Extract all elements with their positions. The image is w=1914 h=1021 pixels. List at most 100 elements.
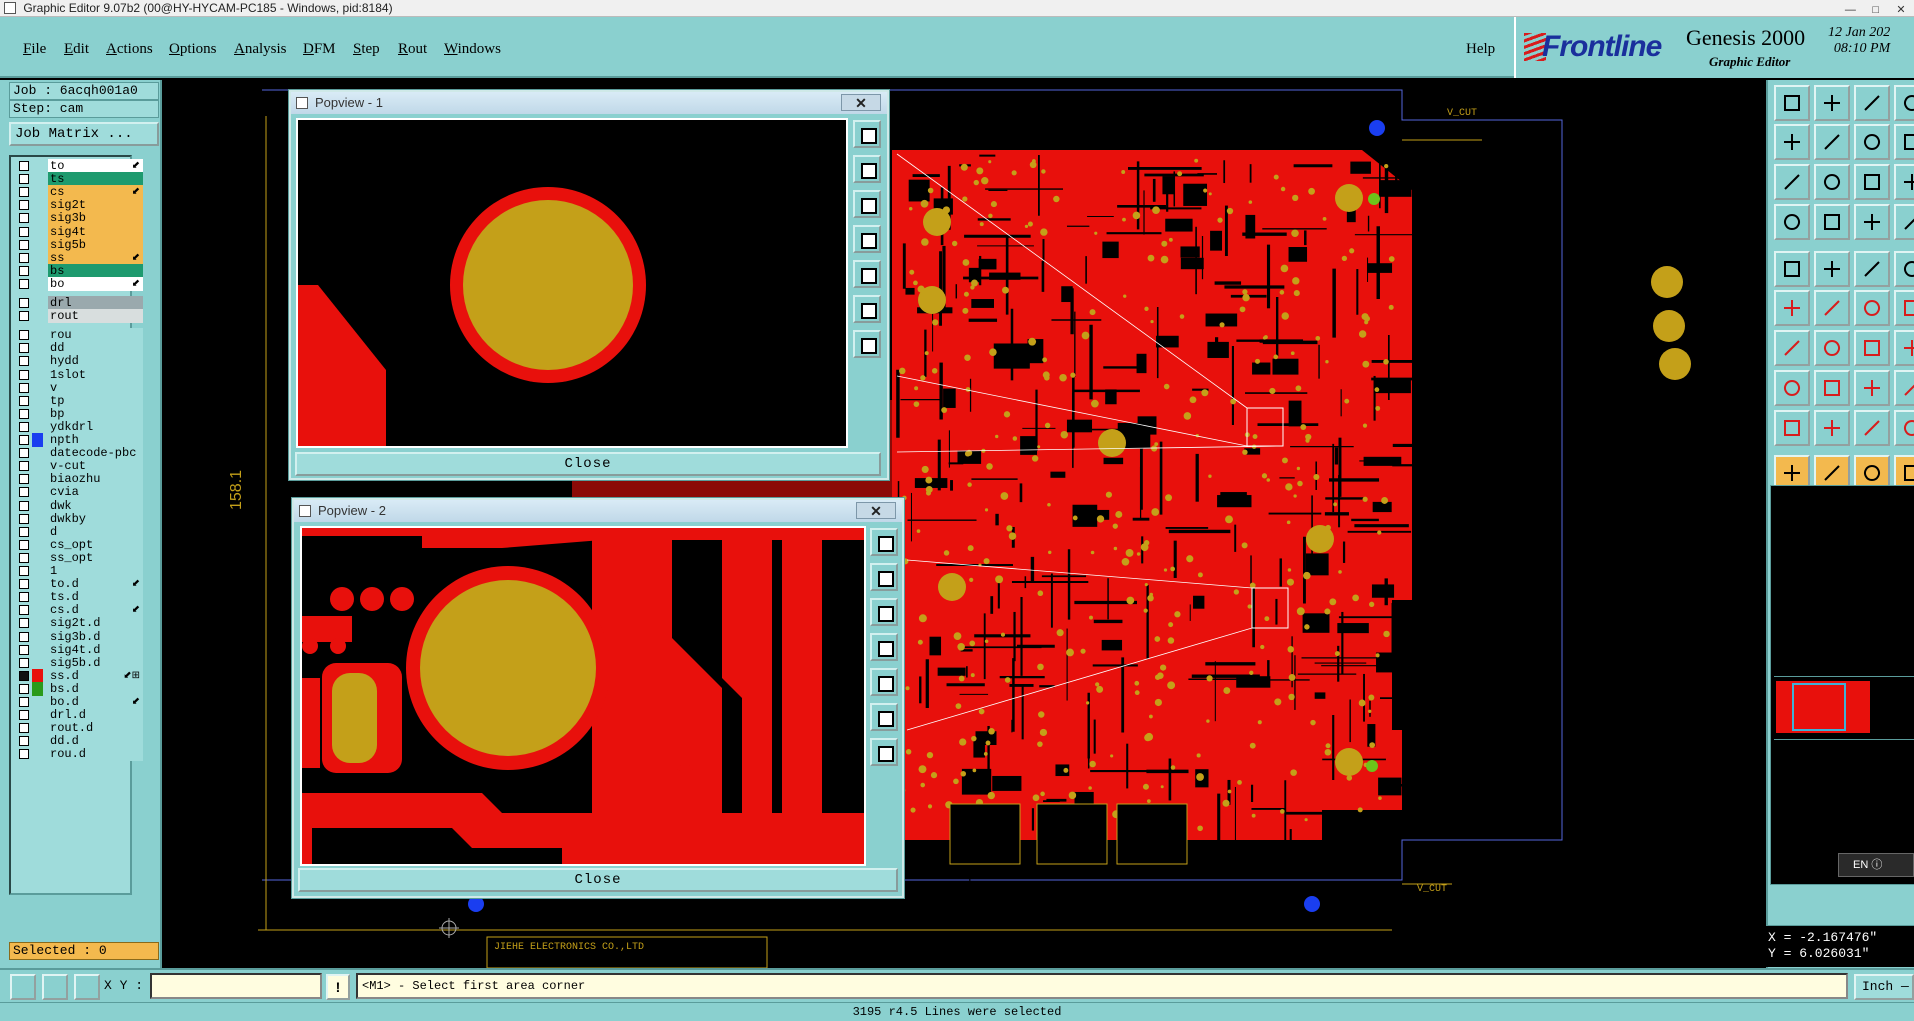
layer-name[interactable]: rou.d	[48, 747, 143, 762]
layer-checkbox[interactable]	[19, 252, 29, 263]
layer-row-rou.d[interactable]: rou.d	[11, 747, 143, 762]
layer-checkbox[interactable]	[19, 461, 29, 472]
layer-checkbox[interactable]	[19, 683, 29, 694]
layer-name[interactable]: to.d ⬋	[48, 577, 143, 592]
menu-analysis[interactable]: Analysis	[234, 41, 287, 58]
layer-checkbox[interactable]	[19, 539, 29, 550]
layer-name[interactable]: 1	[48, 564, 143, 578]
layer-name[interactable]: to ⬋	[48, 159, 143, 173]
menu-step[interactable]: Step	[353, 41, 380, 58]
layer-checkbox[interactable]	[19, 474, 29, 485]
layer-checkbox[interactable]	[19, 395, 29, 406]
pv-pan-left-icon[interactable]	[870, 633, 898, 661]
pv-center-icon[interactable]	[853, 295, 881, 323]
pv-zoom-out-icon[interactable]	[870, 598, 898, 626]
flash-icon[interactable]	[1814, 251, 1850, 287]
features-icon[interactable]	[1894, 204, 1914, 240]
transform-icon[interactable]	[1894, 370, 1914, 406]
triangle-d-icon[interactable]	[1894, 410, 1914, 446]
layer-checkbox[interactable]	[19, 500, 29, 511]
import-icon[interactable]	[1774, 124, 1810, 160]
zoom-icon[interactable]	[1814, 164, 1850, 200]
layer-checkbox[interactable]	[19, 265, 29, 276]
layer-checkbox[interactable]	[19, 382, 29, 393]
layer-checkbox[interactable]	[19, 749, 29, 760]
layer-name[interactable]: ss ⬋	[48, 250, 143, 265]
layer-name[interactable]: v	[48, 380, 143, 395]
layer-name[interactable]: cvia	[48, 485, 143, 500]
pv-zoom-in-icon[interactable]	[870, 563, 898, 591]
copy-icon[interactable]	[1854, 124, 1890, 160]
layer-checkbox[interactable]	[19, 408, 29, 419]
surface-icon[interactable]	[1774, 251, 1810, 287]
layer-row-rout[interactable]: rout	[11, 309, 143, 324]
pv-center-icon[interactable]	[870, 703, 898, 731]
triangle-a-icon[interactable]	[1774, 410, 1810, 446]
pv-zoom-out-icon[interactable]	[853, 190, 881, 218]
layer-name[interactable]: drl	[48, 296, 143, 310]
layer-name[interactable]: biaozhu	[48, 472, 143, 487]
layers-icon[interactable]	[1854, 204, 1890, 240]
layer-checkbox[interactable]	[19, 356, 29, 367]
line-icon[interactable]	[1854, 251, 1890, 287]
move-icon[interactable]	[1774, 370, 1810, 406]
layer-checkbox[interactable]	[19, 435, 29, 445]
mini-board-view[interactable]	[1774, 676, 1914, 740]
layer-name[interactable]: drl.d	[48, 708, 143, 723]
layer-checkbox[interactable]	[19, 239, 29, 250]
layer-checkbox[interactable]	[19, 330, 29, 341]
layer-checkbox[interactable]	[19, 298, 29, 308]
layer-name[interactable]: ss.d ⬋⊞	[48, 668, 143, 683]
layer-name[interactable]: rout	[48, 309, 143, 324]
popview-2-close-button[interactable]: Close	[298, 868, 898, 892]
layer-name[interactable]: rou	[48, 328, 143, 343]
layer-checkbox[interactable]	[19, 226, 29, 237]
layer-checkbox[interactable]	[19, 657, 29, 668]
layer-checkbox[interactable]	[19, 513, 29, 524]
layer-checkbox[interactable]	[19, 200, 29, 211]
pv-zoom-fit-icon[interactable]	[853, 120, 881, 148]
layer-name[interactable]: sig5b.d	[48, 655, 143, 670]
layer-name[interactable]: 1slot	[48, 367, 143, 382]
triangle-b-icon[interactable]	[1814, 410, 1850, 446]
minimize-button[interactable]: —	[1839, 3, 1861, 17]
popview-1-close-button[interactable]: Close	[295, 452, 881, 476]
popview-1-view[interactable]	[296, 118, 848, 448]
scale-icon[interactable]	[1854, 164, 1890, 200]
layer-checkbox[interactable]	[19, 644, 29, 655]
layer-name[interactable]: datecode-pbc	[48, 446, 143, 461]
layer-name[interactable]: sig4t.d	[48, 642, 143, 657]
undo-icon[interactable]	[1894, 85, 1914, 121]
connect-icon[interactable]	[1894, 290, 1914, 326]
graphic-canvas[interactable]: 158.1 V_CUT V_CUT JIEHE ELECTRONICS CO.,…	[162, 80, 1766, 968]
node-icon[interactable]	[1774, 290, 1810, 326]
layer-name[interactable]: d	[48, 524, 143, 539]
layer-name[interactable]: ydkdrl	[48, 419, 143, 434]
menu-edit[interactable]: Edit	[64, 41, 89, 58]
layer-checkbox[interactable]	[19, 487, 29, 498]
layer-name[interactable]: tp	[48, 393, 143, 408]
layer-color-swatch[interactable]	[32, 681, 43, 696]
layer-checkbox[interactable]	[19, 670, 29, 681]
xy-input[interactable]	[150, 973, 322, 999]
ime-indicator[interactable]: EN ⓘ	[1838, 853, 1914, 877]
circle-icon[interactable]	[1894, 251, 1914, 287]
cross-icon[interactable]	[1814, 290, 1850, 326]
layer-name[interactable]: bs.d	[48, 681, 143, 696]
layer-row-bo[interactable]: bo ⬋	[11, 276, 143, 292]
layer-name[interactable]: cs ⬋	[48, 185, 143, 200]
pv-pan-right-icon[interactable]	[853, 260, 881, 288]
layer-checkbox[interactable]	[19, 448, 29, 459]
layer-name[interactable]: bp	[48, 406, 143, 421]
triangle-c-icon[interactable]	[1854, 410, 1890, 446]
display-icon[interactable]	[1774, 204, 1810, 240]
layer-name[interactable]: ss_opt	[48, 550, 143, 565]
layer-checkbox[interactable]	[19, 697, 29, 707]
home-icon[interactable]	[1854, 85, 1890, 121]
layer-checkbox[interactable]	[19, 605, 29, 616]
maximize-button[interactable]: □	[1865, 3, 1887, 17]
measure-icon[interactable]	[42, 974, 68, 1000]
layer-checkbox[interactable]	[19, 526, 29, 537]
horizontal-icon[interactable]	[1814, 370, 1850, 406]
grid-icon[interactable]	[74, 974, 100, 1000]
